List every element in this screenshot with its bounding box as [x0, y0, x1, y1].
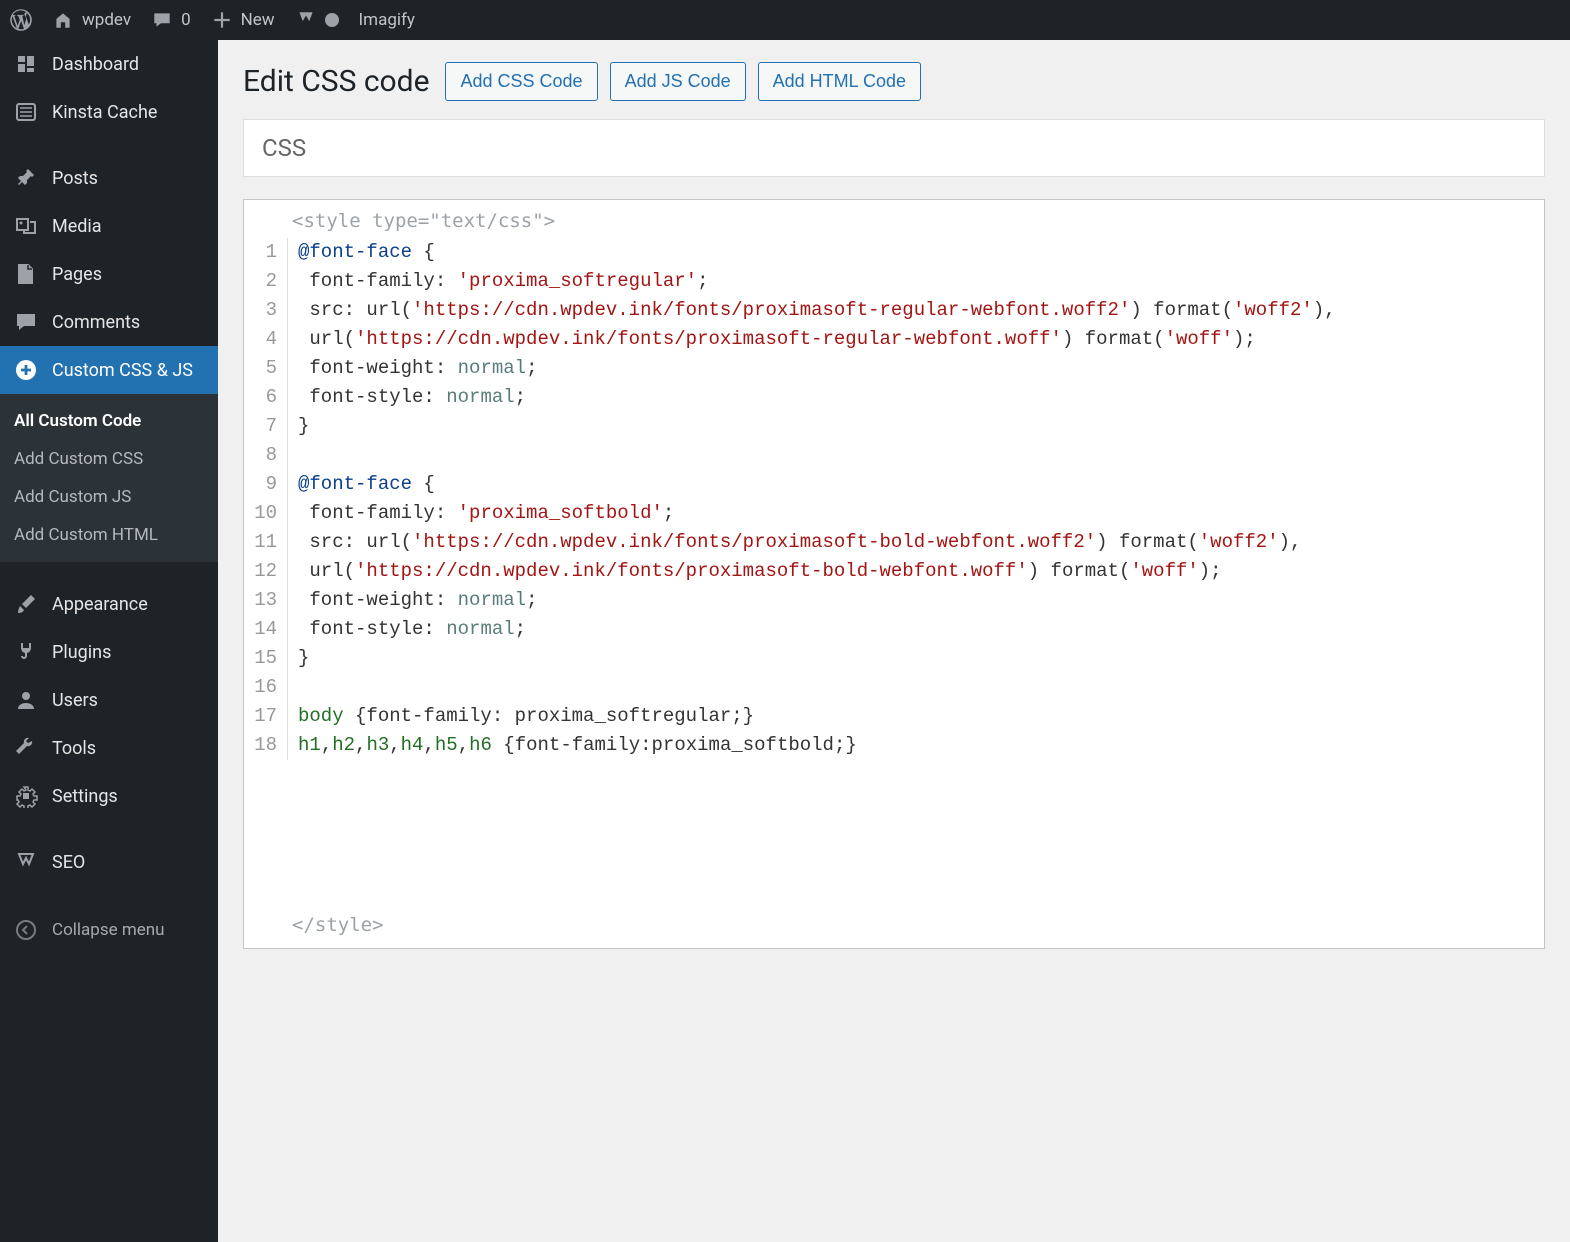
sidebar-item-custom-css-js[interactable]: Custom CSS & JS: [0, 346, 218, 394]
sidebar-item-settings[interactable]: Settings: [0, 772, 218, 820]
sidebar-item-label: Kinsta Cache: [52, 102, 157, 123]
plug-icon: [14, 640, 38, 664]
line-gutter: 123456789101112131415161718: [244, 238, 288, 760]
code-lines[interactable]: @font-face { font-family: 'proxima_softr…: [288, 238, 1544, 760]
add-html-code-button[interactable]: Add HTML Code: [758, 62, 921, 101]
wordpress-icon: [10, 9, 32, 31]
admin-sidebar: Dashboard Kinsta Cache Posts Media Pages Comm…: [0, 40, 218, 1242]
site-name-link[interactable]: wpdev: [52, 9, 131, 31]
collapse-icon: [14, 918, 38, 942]
media-icon: [14, 214, 38, 238]
editor-close-tag: </style>: [292, 914, 384, 936]
sidebar-item-label: Users: [52, 690, 98, 711]
dashboard-icon: [14, 52, 38, 76]
plus-icon: [211, 9, 233, 31]
status-dot-icon: [325, 13, 339, 27]
main-content: Edit CSS code Add CSS Code Add JS Code A…: [218, 40, 1570, 1242]
wp-logo[interactable]: [10, 9, 32, 31]
sidebar-item-label: Comments: [52, 312, 140, 333]
sidebar-item-dashboard[interactable]: Dashboard: [0, 40, 218, 88]
yoast-link[interactable]: [295, 9, 339, 31]
sidebar-item-label: Tools: [52, 738, 96, 759]
wrench-icon: [14, 736, 38, 760]
collapse-label: Collapse menu: [52, 920, 165, 940]
sidebar-item-seo[interactable]: SEO: [0, 838, 218, 886]
user-icon: [14, 688, 38, 712]
comments-link[interactable]: 0: [151, 9, 191, 31]
code-area[interactable]: 123456789101112131415161718 @font-face {…: [244, 238, 1544, 760]
submenu-item-add-custom-js[interactable]: Add Custom JS: [0, 478, 218, 516]
admin-bar: wpdev 0 New Imagify: [0, 0, 1570, 40]
sidebar-item-pages[interactable]: Pages: [0, 250, 218, 298]
seo-icon: [14, 850, 38, 874]
sidebar-item-kinsta-cache[interactable]: Kinsta Cache: [0, 88, 218, 136]
imagify-label: Imagify: [359, 10, 415, 30]
comment-icon: [151, 9, 173, 31]
sidebar-item-media[interactable]: Media: [0, 202, 218, 250]
editor-open-tag: <style type="text/css">: [244, 200, 1544, 238]
page-title-bar: Edit CSS code Add CSS Code Add JS Code A…: [243, 62, 1545, 101]
add-js-code-button[interactable]: Add JS Code: [610, 62, 746, 101]
sidebar-item-label: SEO: [52, 852, 85, 873]
title-input[interactable]: CSS: [243, 119, 1545, 177]
page-title: Edit CSS code: [243, 64, 429, 99]
sidebar-item-label: Pages: [52, 264, 102, 285]
site-name-label: wpdev: [82, 10, 131, 30]
sidebar-item-plugins[interactable]: Plugins: [0, 628, 218, 676]
sidebar-submenu: All Custom CodeAdd Custom CSSAdd Custom …: [0, 394, 218, 562]
comment-icon: [14, 310, 38, 334]
sidebar-item-label: Appearance: [52, 594, 148, 615]
sidebar-item-label: Custom CSS & JS: [52, 360, 193, 381]
comments-count: 0: [181, 10, 191, 30]
settings-icon: [14, 784, 38, 808]
code-editor[interactable]: <style type="text/css"> 1234567891011121…: [243, 199, 1545, 949]
yoast-icon: [295, 9, 317, 31]
submenu-item-add-custom-html[interactable]: Add Custom HTML: [0, 516, 218, 554]
imagify-link[interactable]: Imagify: [359, 10, 415, 30]
sidebar-item-posts[interactable]: Posts: [0, 154, 218, 202]
home-icon: [52, 9, 74, 31]
add-css-code-button[interactable]: Add CSS Code: [445, 62, 597, 101]
pin-icon: [14, 166, 38, 190]
plus-icon: [14, 358, 38, 382]
sidebar-item-label: Plugins: [52, 642, 111, 663]
sidebar-item-label: Dashboard: [52, 54, 139, 75]
sidebar-item-label: Media: [52, 216, 102, 237]
collapse-menu-button[interactable]: Collapse menu: [0, 904, 218, 956]
sidebar-item-users[interactable]: Users: [0, 676, 218, 724]
submenu-item-all-custom-code[interactable]: All Custom Code: [0, 402, 218, 440]
sidebar-item-tools[interactable]: Tools: [0, 724, 218, 772]
sidebar-item-appearance[interactable]: Appearance: [0, 580, 218, 628]
sidebar-item-label: Posts: [52, 168, 98, 189]
pages-icon: [14, 262, 38, 286]
sidebar-item-comments[interactable]: Comments: [0, 298, 218, 346]
new-label: New: [241, 10, 275, 30]
brush-icon: [14, 592, 38, 616]
submenu-item-add-custom-css[interactable]: Add Custom CSS: [0, 440, 218, 478]
sidebar-item-label: Settings: [52, 786, 118, 807]
new-content-link[interactable]: New: [211, 9, 275, 31]
kinsta-icon: [14, 100, 38, 124]
